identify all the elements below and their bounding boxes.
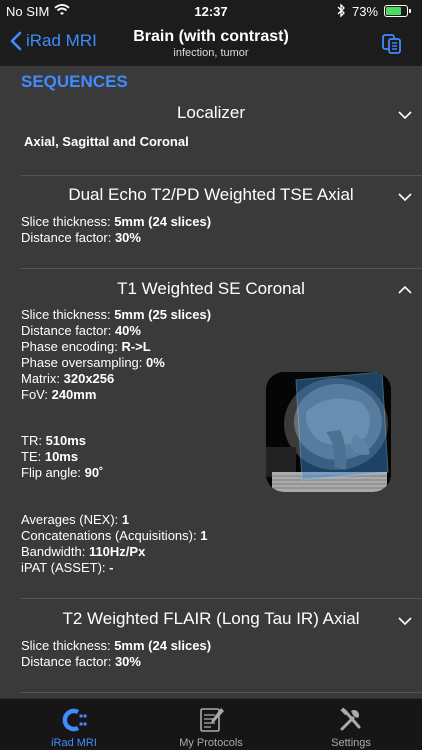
param-value: 0% — [146, 355, 165, 370]
param-label: Flip angle: — [21, 465, 85, 480]
param-value: 1 — [200, 528, 208, 543]
param-line: TR: 510ms — [21, 433, 103, 449]
sequence-title-t2-flair[interactable]: T2 Weighted FLAIR (Long Tau IR) Axial — [0, 609, 422, 629]
divider — [21, 692, 422, 693]
param-line: Distance factor: 40% — [21, 323, 211, 339]
param-label: iPAT (ASSET): — [21, 560, 110, 575]
param-label: Averages (NEX): — [21, 512, 122, 527]
battery-percent: 73% — [352, 4, 379, 19]
navigation-bar: iRad MRI Brain (with contrast) infection… — [0, 22, 422, 66]
sequence-params: Slice thickness: 5mm (24 slices) Distanc… — [21, 638, 211, 670]
battery-level — [386, 7, 401, 15]
param-label: Matrix: — [21, 371, 64, 386]
tab-irad-mri[interactable]: iRad MRI — [4, 699, 144, 750]
sequence-params-timing: TR: 510ms TE: 10ms Flip angle: 90˚ — [21, 433, 103, 481]
param-label: Slice thickness: — [21, 307, 115, 322]
tab-label: Settings — [331, 737, 371, 749]
param-line: Slice thickness: 5mm (24 slices) — [21, 638, 211, 654]
divider — [21, 268, 422, 269]
tab-settings[interactable]: Settings — [281, 699, 421, 750]
param-value: 5mm (24 slices) — [114, 638, 212, 653]
param-line: Distance factor: 30% — [21, 230, 211, 246]
sequence-title-t1-coronal[interactable]: T1 Weighted SE Coronal — [0, 279, 422, 299]
param-value: 1 — [121, 512, 130, 527]
param-label: Phase oversampling: — [21, 355, 147, 370]
param-label: Distance factor: — [21, 230, 115, 245]
param-value: R->L — [121, 339, 151, 354]
bluetooth-icon — [337, 3, 345, 18]
param-label: TR: — [21, 433, 46, 448]
param-value: 90˚ — [84, 465, 104, 480]
sequence-params-acquisition: Averages (NEX): 1 Concatenations (Acquis… — [21, 512, 207, 576]
param-label: Concatenations (Acquisitions): — [21, 528, 201, 543]
tab-my-protocols[interactable]: My Protocols — [141, 699, 281, 750]
param-line: TE: 10ms — [21, 449, 103, 465]
param-line: Slice thickness: 5mm (25 slices) — [21, 307, 211, 323]
param-line: Phase encoding: R->L — [21, 339, 211, 355]
chevron-down-icon[interactable] — [398, 616, 412, 626]
irad-mri-icon — [62, 708, 87, 732]
param-value: 240mm — [51, 387, 97, 402]
settings-icon — [340, 707, 361, 731]
param-value: 30% — [114, 230, 141, 245]
page-title: Brain (with contrast) — [133, 28, 289, 45]
param-label: Slice thickness: — [21, 214, 115, 229]
param-line: Concatenations (Acquisitions): 1 — [21, 528, 207, 544]
sequence-params: Slice thickness: 5mm (24 slices) Distanc… — [21, 214, 211, 246]
sequence-detail: Axial, Sagittal and Coronal — [24, 134, 189, 149]
param-value: 30% — [114, 654, 141, 669]
divider — [21, 175, 422, 176]
chevron-down-icon[interactable] — [398, 192, 412, 202]
sequence-list[interactable]: SEQUENCES Localizer Axial, Sagittal and … — [0, 66, 422, 698]
param-line: Matrix: 320x256 — [21, 371, 211, 387]
param-value: 510ms — [45, 433, 87, 448]
param-label: Slice thickness: — [21, 638, 115, 653]
param-value: 320x256 — [63, 371, 115, 386]
section-header: SEQUENCES — [21, 72, 128, 91]
tab-bar: iRad MRI My Protocols Settings — [0, 698, 422, 750]
param-line: Bandwidth: 110Hz/Px — [21, 544, 207, 560]
param-label: Distance factor: — [21, 654, 115, 669]
param-line: Distance factor: 30% — [21, 654, 211, 670]
param-label: FoV: — [21, 387, 52, 402]
param-line: Flip angle: 90˚ — [21, 465, 103, 481]
param-line: Phase oversampling: 0% — [21, 355, 211, 371]
param-value: 5mm (25 slices) — [114, 307, 212, 322]
sequence-title-localizer[interactable]: Localizer — [0, 103, 422, 123]
divider — [21, 598, 422, 599]
page-subtitle: infection, tumor — [173, 47, 249, 59]
param-label: Distance factor: — [21, 323, 115, 338]
param-label: TE: — [21, 449, 45, 464]
brain-scan-illustration — [266, 372, 391, 492]
copy-icon[interactable] — [380, 33, 404, 55]
param-line: FoV: 240mm — [21, 387, 211, 403]
mri-planning-image[interactable] — [266, 372, 391, 492]
param-value: - — [109, 560, 114, 575]
param-value: 40% — [114, 323, 141, 338]
sequence-params-geometry: Slice thickness: 5mm (25 slices) Distanc… — [21, 307, 211, 403]
battery-icon — [384, 5, 411, 17]
param-label: Phase encoding: — [21, 339, 122, 354]
chevron-up-icon[interactable] — [398, 285, 412, 295]
param-value: 10ms — [44, 449, 79, 464]
param-line: Slice thickness: 5mm (24 slices) — [21, 214, 211, 230]
param-value: 110Hz/Px — [88, 544, 146, 559]
protocols-icon — [200, 708, 224, 732]
param-line: Averages (NEX): 1 — [21, 512, 207, 528]
tab-label: My Protocols — [179, 737, 243, 749]
chevron-down-icon[interactable] — [398, 110, 412, 120]
status-bar: No SIM 12:37 73% — [0, 0, 422, 22]
sequence-title-dual-echo[interactable]: Dual Echo T2/PD Weighted TSE Axial — [0, 185, 422, 205]
param-line: iPAT (ASSET): - — [21, 560, 207, 576]
tab-label: iRad MRI — [51, 737, 97, 749]
param-label: Bandwidth: — [21, 544, 89, 559]
param-value: 5mm (24 slices) — [114, 214, 212, 229]
